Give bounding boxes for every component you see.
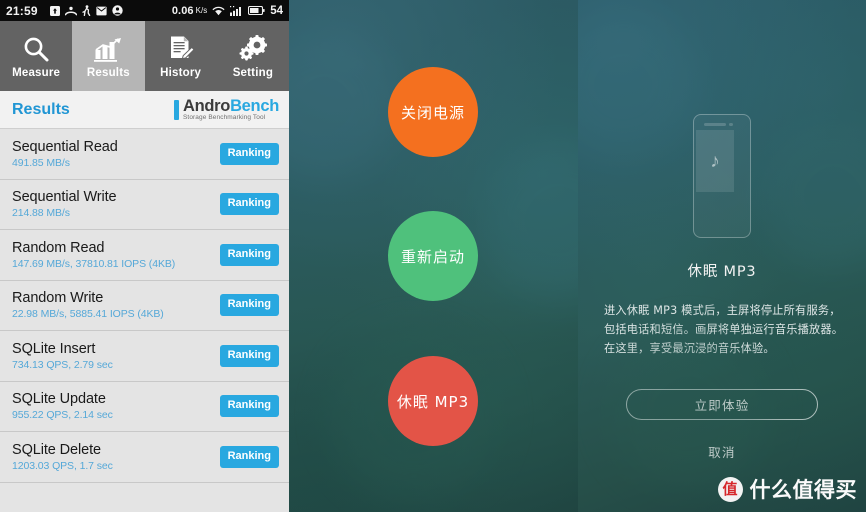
mail-icon bbox=[96, 6, 107, 16]
logo-bar-icon bbox=[173, 99, 179, 120]
page-title: Results bbox=[12, 100, 70, 118]
music-note-icon: ♪ bbox=[710, 150, 720, 172]
row-texts: Random Write 22.98 MB/s, 5885.41 IOPS (4… bbox=[12, 290, 164, 320]
description-line: 包括电话和短信。画屏将单独运行音乐播放器。 bbox=[604, 323, 844, 336]
phone-screen: ♪ bbox=[696, 130, 734, 192]
phone-camera-icon bbox=[729, 122, 733, 126]
screenshot-root: 21:59 0.06 K/s 54 Measure Results Histor… bbox=[0, 0, 866, 512]
contacts-icon bbox=[64, 6, 77, 16]
result-value: 491.85 MB/s bbox=[12, 156, 70, 169]
result-name: Sequential Write bbox=[12, 189, 117, 206]
account-icon bbox=[112, 5, 123, 16]
data-rate-unit: K/s bbox=[195, 6, 208, 15]
sleep-mp3-screen: ♪ 休眠 MP3 进入休眠 MP3 模式后，主屏将停止所有服务， 包括电话和短信… bbox=[578, 0, 866, 512]
tab-measure-label: Measure bbox=[12, 67, 61, 79]
row-texts: Random Read 147.69 MB/s, 37810.81 IOPS (… bbox=[12, 240, 175, 270]
tab-results-label: Results bbox=[86, 67, 130, 79]
wifi-icon bbox=[212, 6, 225, 16]
ranking-button[interactable]: Ranking bbox=[219, 243, 279, 266]
data-rate-value: 0.06 bbox=[171, 4, 194, 17]
row-texts: SQLite Update 955.22 QPS, 2.14 sec bbox=[12, 391, 113, 421]
results-list: Sequential Read 491.85 MB/s Ranking Sequ… bbox=[0, 129, 289, 512]
result-value: 955.22 QPS, 2.14 sec bbox=[12, 409, 113, 422]
result-value: 1203.03 QPS, 1.7 sec bbox=[12, 459, 113, 472]
logo-name-part1: Andro bbox=[182, 96, 231, 115]
tab-history-label: History bbox=[160, 67, 202, 79]
table-row[interactable]: Random Write 22.98 MB/s, 5885.41 IOPS (4… bbox=[0, 280, 289, 331]
tab-results[interactable]: Results bbox=[72, 21, 145, 91]
upload-box-icon bbox=[49, 5, 60, 16]
bg-blob bbox=[578, 10, 698, 160]
ranking-button[interactable]: Ranking bbox=[219, 193, 279, 216]
result-name: Random Write bbox=[12, 290, 104, 307]
ranking-button[interactable]: Ranking bbox=[219, 294, 279, 317]
signal-icon bbox=[230, 5, 243, 16]
results-title-bar: Results AndroBench Storage Benchmarking … bbox=[0, 91, 289, 129]
power-menu-screen: 关闭电源 重新启动 休眠 MP3 bbox=[289, 0, 578, 512]
logo-name-part2: Bench bbox=[230, 96, 279, 115]
result-value: 734.13 QPS, 2.79 sec bbox=[12, 358, 113, 371]
dialog-title: 休眠 MP3 bbox=[687, 264, 757, 280]
result-name: Random Read bbox=[12, 239, 105, 256]
restart-button[interactable]: 重新启动 bbox=[388, 211, 478, 301]
status-bar-left: 21:59 bbox=[6, 4, 123, 18]
document-pencil-icon bbox=[167, 33, 195, 63]
battery-level: 54 bbox=[270, 4, 283, 17]
table-row[interactable]: SQLite Update 955.22 QPS, 2.14 sec Ranki… bbox=[0, 381, 289, 432]
ranking-button[interactable]: Ranking bbox=[219, 445, 279, 468]
gears-icon bbox=[238, 33, 268, 63]
logo-text: AndroBench Storage Benchmarking Tool bbox=[182, 96, 279, 122]
status-bar-right: 0.06 K/s 54 bbox=[172, 5, 283, 17]
table-row[interactable]: SQLite Delete 1203.03 QPS, 1.7 sec Ranki… bbox=[0, 432, 289, 483]
bg-blob bbox=[479, 140, 578, 300]
phone-speaker-icon bbox=[704, 123, 726, 126]
bar-chart-icon bbox=[94, 33, 122, 63]
phone-music-icon: ♪ bbox=[693, 114, 751, 238]
bg-blob bbox=[758, 120, 866, 270]
status-bar: 21:59 0.06 K/s 54 bbox=[0, 0, 289, 21]
ranking-button[interactable]: Ranking bbox=[219, 142, 279, 165]
result-name: SQLite Delete bbox=[12, 441, 101, 458]
androbench-logo: AndroBench Storage Benchmarking Tool bbox=[173, 96, 279, 122]
table-row[interactable]: Sequential Write 214.88 MB/s Ranking bbox=[0, 179, 289, 230]
power-off-button[interactable]: 关闭电源 bbox=[388, 67, 478, 157]
result-name: SQLite Update bbox=[12, 391, 106, 408]
magnifier-icon bbox=[22, 33, 50, 63]
row-texts: SQLite Insert 734.13 QPS, 2.79 sec bbox=[12, 341, 113, 371]
row-texts: Sequential Read 491.85 MB/s bbox=[12, 139, 118, 169]
sleep-mp3-button[interactable]: 休眠 MP3 bbox=[388, 356, 478, 446]
watermark: 值 什么值得买 bbox=[717, 474, 858, 504]
watermark-logo-icon: 值 bbox=[717, 476, 743, 502]
description-line: 进入休眠 MP3 模式后，主屏将停止所有服务， bbox=[604, 304, 841, 317]
tab-setting-label: Setting bbox=[232, 67, 274, 79]
tab-history[interactable]: History bbox=[144, 21, 217, 91]
row-texts: SQLite Delete 1203.03 QPS, 1.7 sec bbox=[12, 442, 113, 472]
tab-setting[interactable]: Setting bbox=[216, 21, 289, 91]
logo-tagline: Storage Benchmarking Tool bbox=[182, 114, 266, 121]
bg-blob bbox=[608, 330, 768, 490]
bg-blob bbox=[289, 30, 399, 180]
result-name: Sequential Read bbox=[12, 138, 118, 155]
power-off-label: 关闭电源 bbox=[400, 103, 465, 122]
pedometer-icon bbox=[82, 5, 91, 17]
battery-icon bbox=[248, 5, 265, 16]
tab-measure[interactable]: Measure bbox=[0, 21, 73, 91]
table-row[interactable]: SQLite Insert 734.13 QPS, 2.79 sec Ranki… bbox=[0, 331, 289, 382]
table-row[interactable]: Random Read 147.69 MB/s, 37810.81 IOPS (… bbox=[0, 230, 289, 281]
status-time: 21:59 bbox=[6, 3, 38, 18]
logo-name: AndroBench bbox=[182, 96, 279, 115]
restart-label: 重新启动 bbox=[400, 247, 465, 266]
ranking-button[interactable]: Ranking bbox=[219, 344, 279, 367]
ranking-button[interactable]: Ranking bbox=[219, 395, 279, 418]
result-value: 22.98 MB/s, 5885.41 IOPS (4KB) bbox=[12, 308, 164, 321]
result-name: SQLite Insert bbox=[12, 340, 96, 357]
result-value: 214.88 MB/s bbox=[12, 207, 70, 220]
row-texts: Sequential Write 214.88 MB/s bbox=[12, 189, 117, 219]
table-row[interactable]: Sequential Read 491.85 MB/s Ranking bbox=[0, 129, 289, 180]
sleep-mp3-label: 休眠 MP3 bbox=[396, 392, 470, 411]
tab-bar: Measure Results History Setting bbox=[0, 21, 289, 91]
result-value: 147.69 MB/s, 37810.81 IOPS (4KB) bbox=[12, 257, 176, 270]
watermark-text: 什么值得买 bbox=[749, 478, 857, 502]
androbench-screen: 21:59 0.06 K/s 54 Measure Results Histor… bbox=[0, 0, 289, 512]
